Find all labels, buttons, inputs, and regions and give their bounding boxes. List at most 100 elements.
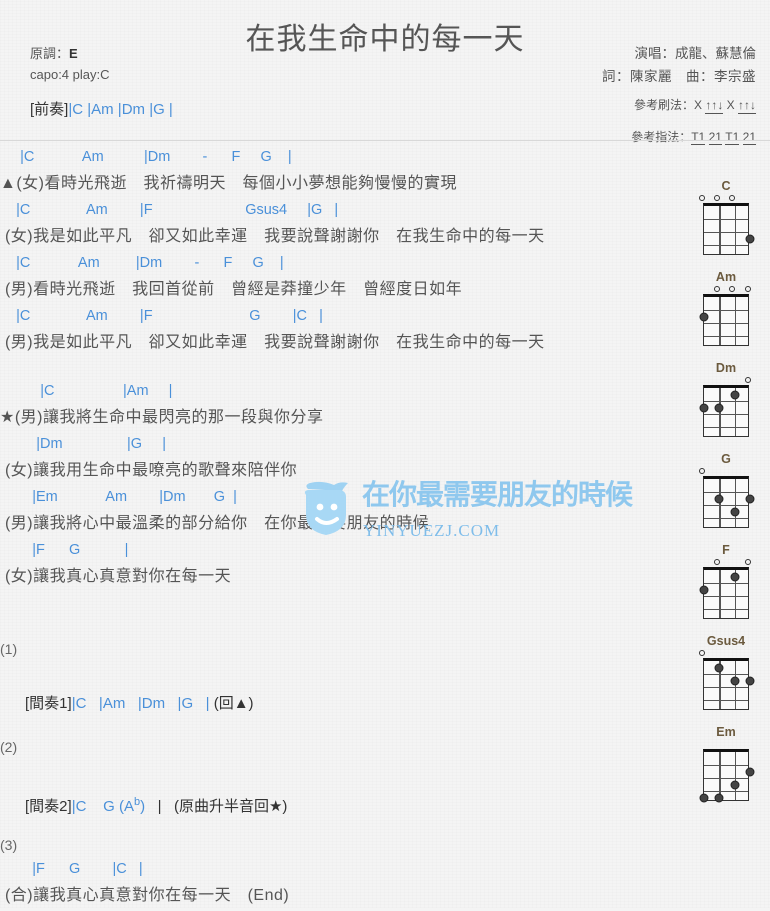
- interlude-bars: |: [145, 798, 162, 815]
- chord-line: |Em Am |Dm G |: [0, 489, 237, 505]
- ending-number: (1): [0, 641, 18, 657]
- open-string-circle-icon: [714, 195, 721, 201]
- chord-line: |C |Am |: [0, 383, 173, 399]
- alt-chord: (Ab): [114, 796, 145, 815]
- prelude-label: [前奏]: [30, 101, 69, 118]
- chord-diagram-em: Em: [686, 724, 766, 802]
- chord-line: |C Am |Dm - F G |: [0, 149, 292, 165]
- lyricist-composer-line: 詞：陳家麗 曲：李宗盛: [602, 69, 756, 84]
- chord-diagram-c: C: [686, 178, 766, 255]
- chord-diagram-label: Em: [716, 725, 736, 739]
- interlude-label: [間奏1]: [25, 695, 72, 712]
- open-string-circle-icon: [744, 286, 751, 292]
- fingerstyle-label: 參考指法：: [631, 130, 692, 144]
- strum-reference: 參考刷法：X ↑↑↓ X ↑↑↓: [634, 96, 756, 114]
- prelude-chords: |C |Am |Dm |G |: [68, 101, 173, 118]
- lyric-block: |Em Am |Dm G | (男)讓我將心中最溫柔的部分給你 在你最需要朋友的…: [0, 486, 690, 539]
- fret-line: [704, 245, 748, 247]
- finger-dot: [699, 403, 709, 412]
- open-string-circle-icon: [698, 468, 705, 474]
- finger-dot: [745, 494, 755, 503]
- singer-line: 演唱：成龍、蘇慧倫: [634, 46, 757, 61]
- chord-diagram-label: Dm: [715, 361, 737, 375]
- chord-grid: [699, 740, 755, 802]
- fret-line: [704, 427, 748, 429]
- open-string-circle-icon: [744, 377, 751, 383]
- chord-grid: [698, 649, 755, 710]
- fretboard: [703, 476, 755, 528]
- fretboard: [699, 385, 749, 437]
- finger-dot: [714, 494, 724, 503]
- fret-line: [704, 518, 748, 520]
- fretboard: [703, 203, 755, 255]
- string-line: [734, 206, 736, 254]
- open-string-circle-icon: [714, 286, 721, 292]
- chord-grid: [699, 285, 751, 346]
- chord-diagram-column: C Am Dm G F Gsus4 Em: [686, 178, 766, 815]
- fret-line: [704, 401, 748, 403]
- chord-diagram-label: Am: [715, 270, 737, 284]
- fretboard: [699, 294, 749, 346]
- lyric-block: |F G | (女)讓我真心真意對你在每一天: [0, 539, 690, 592]
- interlude-row: [間奏1]|C |Am |Dm |G | (回▲): [0, 662, 690, 712]
- string-line: [719, 388, 721, 436]
- fret-line: [704, 219, 748, 221]
- string-line: [734, 661, 736, 709]
- lyric-block: |Dm |G | (女)讓我用生命中最嘹亮的歌聲來陪伴你: [0, 433, 690, 486]
- chord-grid: [698, 467, 755, 528]
- open-string-row: [698, 467, 749, 476]
- chord-sheet-page: 在我生命中的每一天 原調：E capo:4 play:C 演唱：成龍、蘇慧倫 詞…: [0, 0, 770, 908]
- original-key-value: E: [69, 46, 78, 61]
- lyric-line: (男)看時光飛逝 我回首從前 曾經是莽撞少年 曾經度日如年: [0, 281, 463, 298]
- chord-line: |C Am |F Gsus4 |G |: [0, 202, 339, 218]
- open-string-row: [698, 649, 749, 658]
- finger-dot: [745, 234, 755, 243]
- chord-diagram-g: G: [686, 451, 766, 528]
- chord-line: |F G |C |: [0, 861, 143, 877]
- chord-diagram-am: Am: [686, 269, 766, 346]
- fret-line: [704, 336, 748, 338]
- string-line: [734, 297, 736, 345]
- fret-line: [704, 778, 748, 780]
- original-key-label: 原調：: [30, 46, 70, 61]
- fret-line: [704, 492, 748, 494]
- fret-line: [704, 310, 748, 312]
- lyric-line: ▲(女)看時光飛逝 我祈禱明天 每個小小夢想能夠慢慢的實現: [0, 175, 457, 192]
- open-string-row: [703, 285, 751, 294]
- chord-diagram-gsus4: Gsus4: [686, 633, 766, 710]
- chord-diagram-f: F: [686, 542, 766, 619]
- finger-dot: [745, 676, 755, 685]
- fret-line: [704, 323, 748, 325]
- lyric-block: |C Am |Dm - F G | ▲(女)看時光飛逝 我祈禱明天 每個小小夢想…: [0, 146, 690, 199]
- finger-dot: [730, 572, 740, 581]
- chord-line: |F G |: [0, 542, 129, 558]
- finger-dot: [714, 403, 724, 412]
- chord-diagram-label: F: [722, 543, 730, 557]
- lyric-block: |C Am |F Gsus4 |G | (女)我是如此平凡 卻又如此幸運 我要說…: [0, 199, 690, 252]
- fret-line: [704, 700, 748, 702]
- string-line: [719, 297, 721, 345]
- fret-line: [704, 687, 748, 689]
- lyric-block: |C |Am | ★(男)讓我將生命中最閃亮的那一段與你分享: [0, 380, 690, 433]
- open-string-circle-icon: [744, 559, 751, 565]
- alt-chord-open: (A: [114, 798, 134, 815]
- string-line: [734, 479, 736, 527]
- string-line: [719, 570, 721, 618]
- ending-number: (2): [0, 739, 18, 755]
- finger-dot: [730, 676, 740, 685]
- open-string-row: [698, 194, 749, 203]
- interlude-note: (回▲): [209, 695, 254, 712]
- fingerstyle-reference: 參考指法：T1 21 T1 21: [631, 128, 756, 145]
- chord-line: |Dm |G |: [0, 436, 166, 452]
- interlude-label: [間奏2]: [25, 798, 72, 815]
- string-line: [734, 752, 736, 800]
- lyric-line: (男)讓我將心中最溫柔的部分給你 在你最需要朋友的時候: [0, 515, 430, 532]
- fretboard: [699, 749, 755, 802]
- string-line: [719, 206, 721, 254]
- fingerstyle-pattern: T1 21 T1 21: [691, 130, 756, 145]
- ending-number: (3): [0, 837, 18, 853]
- capo-line: capo:4 play:C: [30, 67, 110, 82]
